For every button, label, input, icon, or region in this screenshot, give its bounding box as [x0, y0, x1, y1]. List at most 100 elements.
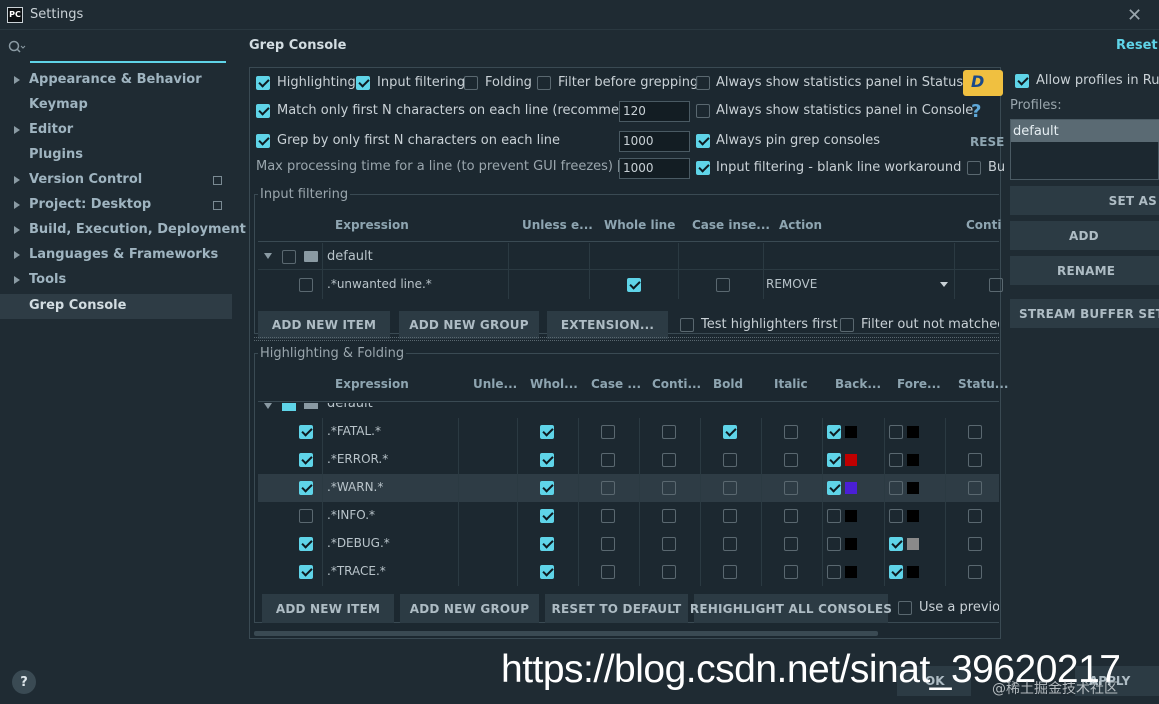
row-background-checkbox[interactable] — [827, 425, 841, 439]
row-background-swatch[interactable] — [845, 482, 857, 494]
column-foreground[interactable]: Fore... — [897, 377, 941, 391]
match-first-n-checkbox[interactable] — [256, 104, 270, 118]
column-case[interactable]: Case ... — [591, 377, 641, 391]
extension-button[interactable]: EXTENSION... — [547, 311, 668, 339]
row-enabled-checkbox[interactable] — [299, 453, 313, 467]
sidebar-item-editor[interactable]: Editor — [29, 122, 73, 137]
grep-first-n-input[interactable]: 1000 — [619, 131, 690, 152]
stats-status-bar-checkbox[interactable] — [696, 76, 710, 90]
row-foreground-swatch[interactable] — [907, 510, 919, 522]
row-background-checkbox[interactable] — [827, 565, 841, 579]
chevron-right-icon[interactable] — [14, 176, 20, 184]
table-row[interactable]: .*FATAL.* — [258, 418, 999, 446]
row-status-checkbox[interactable] — [968, 425, 982, 439]
grep-first-n-checkbox[interactable] — [256, 134, 270, 148]
row-continue-checkbox[interactable] — [662, 453, 676, 467]
chevron-right-icon[interactable] — [14, 276, 20, 284]
sidebar-item-languages[interactable]: Languages & Frameworks — [29, 247, 218, 262]
search-icon[interactable] — [8, 40, 26, 56]
sidebar-item-appearance[interactable]: Appearance & Behavior — [29, 72, 202, 87]
sidebar-item-keymap[interactable]: Keymap — [29, 97, 88, 112]
row-foreground-checkbox[interactable] — [889, 481, 903, 495]
search-input[interactable] — [30, 61, 226, 63]
row-whole-checkbox[interactable] — [540, 565, 554, 579]
stats-console-checkbox[interactable] — [696, 104, 710, 118]
row-whole-checkbox[interactable] — [540, 481, 554, 495]
set-as-button[interactable]: SET AS — [1010, 186, 1159, 215]
profile-item-default[interactable]: default — [1011, 120, 1159, 142]
row-foreground-swatch[interactable] — [907, 566, 919, 578]
chevron-right-icon[interactable] — [14, 251, 20, 259]
horizontal-scrollbar[interactable] — [254, 631, 878, 636]
allow-profiles-checkbox[interactable] — [1015, 74, 1029, 88]
row-bold-checkbox[interactable] — [723, 453, 737, 467]
highlighting-checkbox[interactable] — [256, 76, 270, 90]
row-enabled-checkbox[interactable] — [299, 537, 313, 551]
column-expression[interactable]: Expression — [335, 218, 409, 232]
row-whole-checkbox[interactable] — [540, 425, 554, 439]
add-profile-button[interactable]: ADD — [1010, 221, 1159, 250]
row-continue-checkbox[interactable] — [662, 509, 676, 523]
row-continue-checkbox[interactable] — [662, 481, 676, 495]
input-filtering-checkbox[interactable] — [356, 76, 370, 90]
row-continue-checkbox[interactable] — [989, 278, 1003, 292]
match-first-n-input[interactable]: 120 — [619, 101, 690, 122]
splitter[interactable] — [254, 337, 999, 341]
row-bold-checkbox[interactable] — [723, 509, 737, 523]
row-whole-checkbox[interactable] — [540, 509, 554, 523]
max-time-input[interactable]: 1000 — [619, 158, 690, 179]
row-continue-checkbox[interactable] — [662, 537, 676, 551]
row-expression[interactable]: .*INFO.* — [327, 508, 375, 522]
row-foreground-swatch[interactable] — [907, 454, 919, 466]
row-status-checkbox[interactable] — [968, 565, 982, 579]
row-whole-checkbox[interactable] — [540, 537, 554, 551]
row-foreground-swatch[interactable] — [907, 538, 919, 550]
row-foreground-swatch[interactable] — [907, 482, 919, 494]
table-row[interactable]: .*DEBUG.* — [258, 530, 999, 558]
chevron-right-icon[interactable] — [14, 201, 20, 209]
profiles-list[interactable]: default — [1010, 119, 1159, 180]
row-italic-checkbox[interactable] — [784, 481, 798, 495]
table-row[interactable]: default — [258, 243, 999, 270]
table-row[interactable]: .*TRACE.* — [258, 558, 999, 586]
column-unless[interactable]: Unless e... — [522, 218, 593, 232]
row-italic-checkbox[interactable] — [784, 425, 798, 439]
group-row[interactable]: default — [258, 403, 999, 417]
chevron-down-icon[interactable] — [264, 403, 272, 409]
chevron-right-icon[interactable] — [14, 126, 20, 134]
row-whole-checkbox[interactable] — [540, 453, 554, 467]
sidebar-item-build[interactable]: Build, Execution, Deployment — [29, 222, 246, 237]
sidebar-item-project[interactable]: Project: Desktop — [29, 197, 151, 212]
pin-consoles-checkbox[interactable] — [696, 134, 710, 148]
row-italic-checkbox[interactable] — [784, 509, 798, 523]
row-background-checkbox[interactable] — [827, 537, 841, 551]
add-new-item-button[interactable]: ADD NEW ITEM — [258, 311, 390, 339]
row-enabled-checkbox[interactable] — [299, 509, 313, 523]
table-row[interactable]: .*ERROR.* — [258, 446, 999, 474]
filter-before-checkbox[interactable] — [537, 76, 551, 90]
test-highlighters-checkbox[interactable] — [680, 318, 694, 332]
row-bold-checkbox[interactable] — [723, 537, 737, 551]
reset-button-partial[interactable]: RESE — [970, 135, 1004, 149]
table-row[interactable]: .*WARN.* — [258, 474, 999, 502]
row-enabled-checkbox[interactable] — [299, 278, 313, 292]
row-enabled-checkbox[interactable] — [299, 481, 313, 495]
row-status-checkbox[interactable] — [968, 481, 982, 495]
row-italic-checkbox[interactable] — [784, 453, 798, 467]
row-case-checkbox[interactable] — [601, 453, 615, 467]
help-button[interactable]: ? — [12, 670, 36, 694]
table-row[interactable]: .*INFO.* — [258, 502, 999, 530]
row-bold-checkbox[interactable] — [723, 425, 737, 439]
row-expression[interactable]: .*ERROR.* — [327, 452, 388, 466]
sidebar-item-grep-console[interactable]: Grep Console — [0, 294, 232, 319]
row-case-checkbox[interactable] — [716, 278, 730, 292]
row-status-checkbox[interactable] — [968, 537, 982, 551]
column-bold[interactable]: Bold — [713, 377, 743, 391]
sidebar-item-tools[interactable]: Tools — [29, 272, 66, 287]
column-status[interactable]: Statu... — [958, 377, 1008, 391]
row-background-checkbox[interactable] — [827, 453, 841, 467]
folding-checkbox[interactable] — [464, 76, 478, 90]
row-continue-checkbox[interactable] — [662, 425, 676, 439]
add-new-item-button[interactable]: ADD NEW ITEM — [262, 594, 394, 623]
column-italic[interactable]: Italic — [774, 377, 808, 391]
